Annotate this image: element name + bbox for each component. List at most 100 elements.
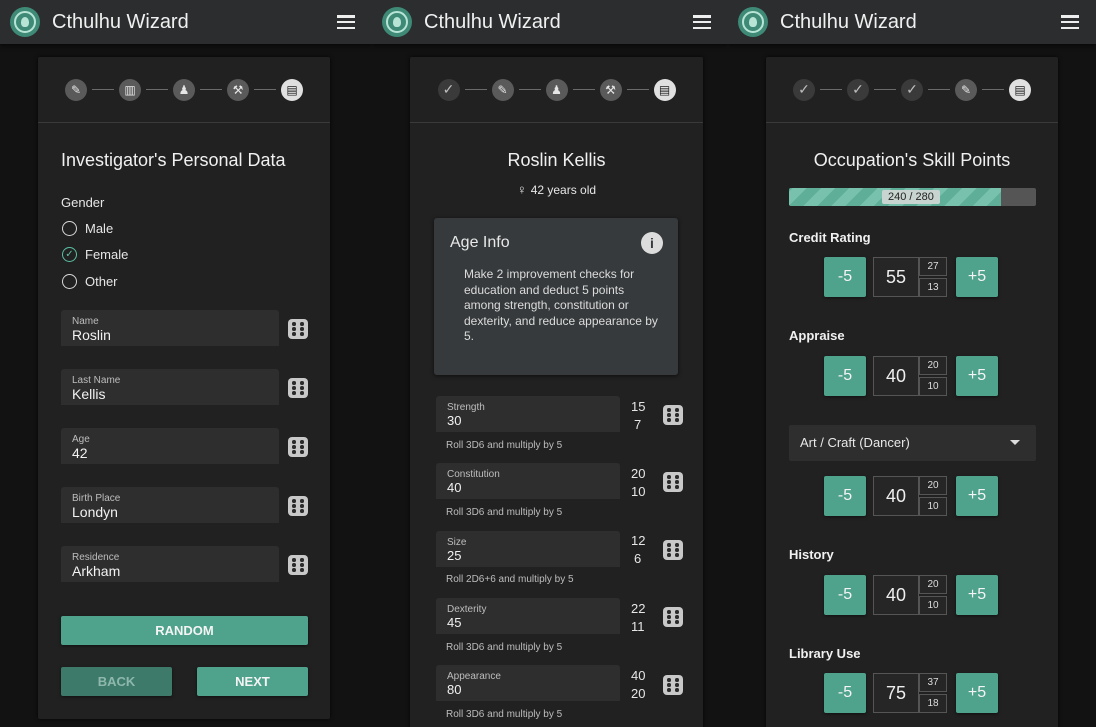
- dice-icon[interactable]: [288, 378, 308, 398]
- dice-icon[interactable]: [663, 472, 683, 492]
- roll-hint: Roll 3D6 and multiply by 5: [446, 440, 563, 451]
- check-icon[interactable]: ✓: [793, 78, 815, 101]
- dexterity-field[interactable]: Dexterity 45: [436, 598, 620, 634]
- half-value: 20: [631, 466, 646, 481]
- barbell-icon[interactable]: ▥: [119, 78, 141, 101]
- field-label: Size: [447, 537, 467, 548]
- app-title: Cthulhu Wizard: [52, 10, 189, 33]
- field-value: 40: [447, 480, 462, 495]
- field-value: 25: [447, 548, 462, 563]
- radio-label: Other: [85, 274, 118, 289]
- appearance-field[interactable]: Appearance 80: [436, 665, 620, 701]
- pencil-icon[interactable]: ✎: [65, 78, 87, 101]
- stepper: ✎ ▥ ♟ ⚒ ▤: [38, 57, 330, 123]
- age-field[interactable]: Age 42: [61, 428, 279, 464]
- increment-button[interactable]: +5: [956, 575, 998, 615]
- dice-icon[interactable]: [663, 607, 683, 627]
- random-button[interactable]: RANDOM: [61, 616, 308, 645]
- residence-field[interactable]: Residence Arkham: [61, 546, 279, 582]
- field-value: 30: [447, 413, 462, 428]
- field-label: Constitution: [447, 469, 500, 480]
- back-button[interactable]: BACK: [61, 667, 172, 696]
- half-value: 22: [631, 601, 646, 616]
- field-label: Appearance: [447, 671, 501, 682]
- hammer-icon[interactable]: ⚒: [227, 78, 249, 101]
- field-label: Dexterity: [447, 604, 487, 615]
- pencil-icon[interactable]: ✎: [955, 78, 977, 101]
- dice-icon[interactable]: [663, 675, 683, 695]
- book-icon[interactable]: ▤: [281, 78, 303, 101]
- skill-half: 27: [919, 257, 947, 276]
- size-field[interactable]: Size 25: [436, 531, 620, 567]
- decrement-button[interactable]: -5: [824, 575, 866, 615]
- pencil-icon[interactable]: ✎: [491, 78, 514, 101]
- check-icon[interactable]: ✓: [847, 78, 869, 101]
- hamburger-menu-icon[interactable]: [1061, 15, 1079, 29]
- dice-icon[interactable]: [288, 555, 308, 575]
- field-value: Londyn: [72, 504, 118, 520]
- stepper: ✓ ✓ ✓ ✎ ▤: [766, 57, 1058, 123]
- age-info-panel: Age Info i Make 2 improvement checks for…: [434, 218, 678, 375]
- decrement-button[interactable]: -5: [824, 356, 866, 396]
- skill-half: 20: [919, 575, 947, 594]
- skill-name: Library Use: [789, 646, 861, 661]
- skill-points-progress: 240 / 280: [789, 188, 1036, 206]
- age-info-text: Make 2 improvement checks for education …: [464, 267, 658, 343]
- app-bar: Cthulhu Wizard: [372, 0, 728, 44]
- page-title: Occupation's Skill Points: [813, 150, 1011, 170]
- next-button[interactable]: NEXT: [197, 667, 308, 696]
- increment-button[interactable]: +5: [956, 356, 998, 396]
- constitution-field[interactable]: Constitution 40: [436, 463, 620, 499]
- age-info-title: Age Info: [450, 234, 510, 251]
- increment-button[interactable]: +5: [956, 257, 998, 297]
- dice-icon[interactable]: [288, 319, 308, 339]
- increment-button[interactable]: +5: [956, 673, 998, 713]
- field-value: 42: [72, 445, 88, 461]
- decrement-button[interactable]: -5: [824, 257, 866, 297]
- last-name-field[interactable]: Last Name Kellis: [61, 369, 279, 405]
- field-label: Last Name: [72, 375, 121, 386]
- roll-hint: Roll 3D6 and multiply by 5: [446, 507, 563, 518]
- decrement-button[interactable]: -5: [824, 476, 866, 516]
- hamburger-menu-icon[interactable]: [337, 15, 355, 29]
- screen-characteristics: Cthulhu Wizard ✓ ✎ ♟ ⚒ ▤ Roslin Kellis ♀…: [372, 0, 728, 727]
- decrement-button[interactable]: -5: [824, 673, 866, 713]
- gender-radio-male[interactable]: Male: [62, 221, 113, 236]
- gender-radio-female[interactable]: ✓ Female: [62, 247, 128, 262]
- person-icon[interactable]: ♟: [545, 78, 568, 101]
- field-label: Birth Place: [72, 493, 121, 504]
- dice-icon[interactable]: [288, 437, 308, 457]
- gender-radio-other[interactable]: Other: [62, 274, 118, 289]
- screen-personal-data: Cthulhu Wizard ✎ ▥ ♟ ⚒ ▤ Investigator's …: [0, 0, 372, 727]
- check-icon[interactable]: ✓: [901, 78, 923, 101]
- dice-icon[interactable]: [663, 540, 683, 560]
- skill-select[interactable]: Art / Craft (Dancer): [789, 425, 1036, 461]
- radio-icon: [62, 221, 77, 236]
- skill-fifth: 10: [919, 377, 947, 396]
- info-icon[interactable]: i: [641, 232, 663, 254]
- book-icon[interactable]: ▤: [653, 78, 676, 101]
- hamburger-menu-icon[interactable]: [693, 15, 711, 29]
- stepper: ✓ ✎ ♟ ⚒ ▤: [410, 57, 703, 123]
- screen-occupation-skills: Cthulhu Wizard ✓ ✓ ✓ ✎ ▤ Occupation's Sk…: [728, 0, 1096, 727]
- field-value: Arkham: [72, 563, 121, 579]
- skill-name: Credit Rating: [789, 230, 871, 245]
- strength-field[interactable]: Strength 30: [436, 396, 620, 432]
- dice-icon[interactable]: [288, 496, 308, 516]
- dice-icon[interactable]: [663, 405, 683, 425]
- progress-text: 240 / 280: [882, 190, 940, 204]
- name-field[interactable]: Name Roslin: [61, 310, 279, 346]
- radio-icon: [62, 274, 77, 289]
- birth-place-field[interactable]: Birth Place Londyn: [61, 487, 279, 523]
- app-title: Cthulhu Wizard: [780, 10, 917, 33]
- person-icon[interactable]: ♟: [173, 78, 195, 101]
- increment-button[interactable]: +5: [956, 476, 998, 516]
- cthulhu-logo-icon: [738, 7, 768, 37]
- roll-hint: Roll 2D6+6 and multiply by 5: [446, 574, 574, 585]
- hammer-icon[interactable]: ⚒: [599, 78, 622, 101]
- check-icon[interactable]: ✓: [437, 78, 460, 101]
- field-label: Age: [72, 434, 90, 445]
- field-value: Roslin: [72, 327, 111, 343]
- field-value: 80: [447, 682, 462, 697]
- book-icon[interactable]: ▤: [1009, 78, 1031, 101]
